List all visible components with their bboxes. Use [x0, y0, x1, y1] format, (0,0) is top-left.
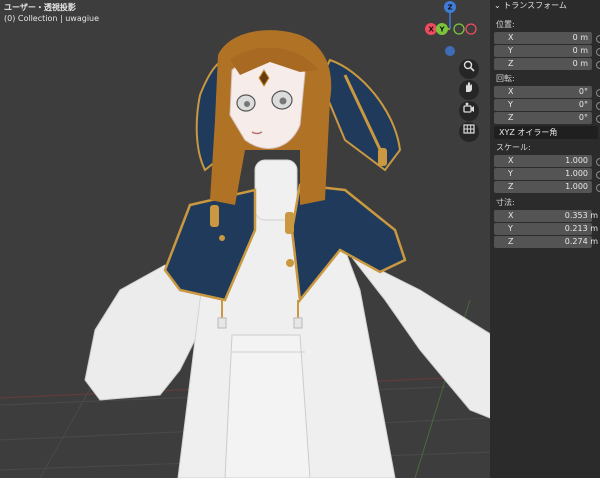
chevron-down-icon: ⌄ [494, 1, 501, 10]
viewport-scene: Z X Y [0, 1, 490, 478]
3d-viewport[interactable]: Z X Y ユーザー・透視投影 (0) Collection | uwagiue [0, 0, 490, 478]
keyframe-icon[interactable] [594, 100, 600, 112]
field-value: 0° [578, 113, 588, 122]
viewport-view-label: ユーザー・透視投影 [4, 3, 76, 12]
viewport-collection-label: (0) Collection | uwagiue [4, 14, 100, 23]
axis-label: Z [508, 113, 514, 122]
location-x-field[interactable]: X 0 m [494, 32, 592, 44]
navigation-gizmo[interactable]: Z X Y [425, 1, 477, 56]
keyframe-icon[interactable] [594, 46, 600, 58]
axis-label: X [508, 33, 514, 42]
location-label: 位置: [496, 20, 515, 29]
hand-icon[interactable] [459, 80, 479, 100]
grid-icon[interactable] [459, 122, 479, 142]
keyframe-icon[interactable] [594, 59, 600, 71]
dimensions-z-field[interactable]: Z 0.274 m [494, 236, 598, 248]
keyframe-icon[interactable] [594, 169, 600, 181]
field-value: 1.000 [565, 182, 588, 191]
keyframe-icon[interactable] [594, 182, 600, 194]
gizmo-y-label: Y [439, 26, 446, 34]
field-value: 0 m [572, 46, 588, 55]
keyframe-icon[interactable] [594, 113, 600, 125]
rotation-y-field[interactable]: Y 0° [494, 99, 592, 111]
field-value: 0.353 m [564, 211, 598, 220]
rotation-label: 回転: [496, 74, 515, 83]
transform-header-label: トランスフォーム [503, 1, 567, 10]
axis-label: Y [508, 169, 513, 178]
zoom-icon[interactable] [459, 59, 479, 79]
scale-x-field[interactable]: X 1.000 [494, 155, 592, 167]
scale-y-field[interactable]: Y 1.000 [494, 168, 592, 180]
field-value: 0.274 m [564, 237, 598, 246]
field-value: 0° [578, 87, 588, 96]
axis-label: X [508, 211, 514, 220]
axis-label: X [508, 156, 514, 165]
rotation-x-field[interactable]: X 0° [494, 86, 592, 98]
axis-label: Z [508, 237, 514, 246]
field-value: 0.213 m [564, 224, 598, 233]
field-value: 0 m [572, 59, 588, 68]
character-model [84, 30, 490, 478]
dimensions-label: 寸法: [496, 198, 515, 207]
keyframe-icon[interactable] [594, 33, 600, 45]
gizmo-z-label: Z [448, 4, 453, 12]
location-y-field[interactable]: Y 0 m [494, 45, 592, 57]
scale-z-field[interactable]: Z 1.000 [494, 181, 592, 193]
dimensions-x-field[interactable]: X 0.353 m [494, 210, 598, 222]
field-value: 0° [578, 100, 588, 109]
axis-label: Y [508, 224, 513, 233]
field-value: 1.000 [565, 156, 588, 165]
field-value: 0 m [572, 33, 588, 42]
scale-label: スケール: [496, 143, 531, 152]
axis-label: Y [508, 46, 513, 55]
camera-icon[interactable] [459, 101, 479, 121]
axis-label: Z [508, 59, 514, 68]
sidebar-panel: ⌄ トランスフォーム 位置: X 0 m Y 0 m Z 0 m 回転: X 0° Y 0… [490, 0, 600, 478]
rotation-z-field[interactable]: Z 0° [494, 112, 592, 124]
keyframe-icon[interactable] [594, 156, 600, 168]
dimensions-y-field[interactable]: Y 0.213 m [494, 223, 598, 235]
gizmo-x-label: X [429, 26, 435, 34]
location-z-field[interactable]: Z 0 m [494, 58, 592, 70]
rotation-mode-dropdown[interactable]: XYZ オイラー角 [494, 126, 598, 139]
axis-label: X [508, 87, 514, 96]
keyframe-icon[interactable] [594, 87, 600, 99]
transform-panel-header[interactable]: ⌄ トランスフォーム [494, 0, 567, 12]
field-value: 1.000 [565, 169, 588, 178]
axis-label: Z [508, 182, 514, 191]
axis-label: Y [508, 100, 513, 109]
